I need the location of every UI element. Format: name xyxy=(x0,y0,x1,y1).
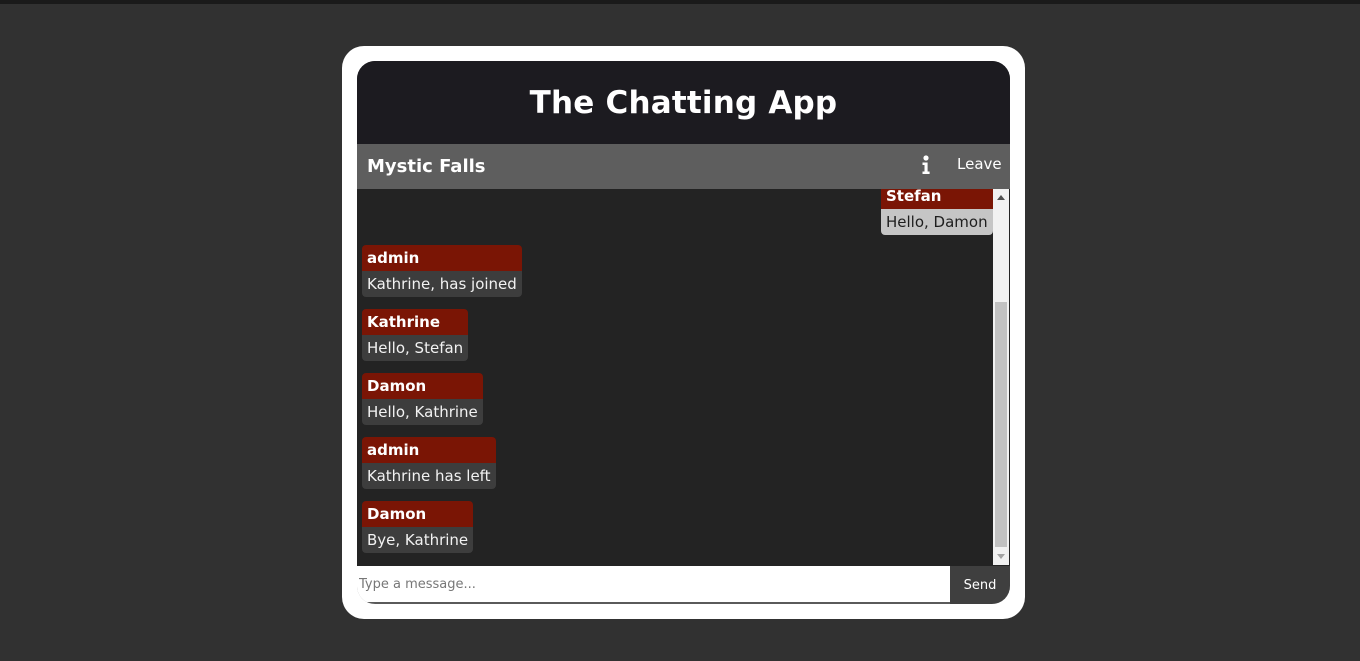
message-sender: Damon xyxy=(362,501,474,527)
message-text: Hello, Kathrine xyxy=(362,399,483,425)
scrollbar-thumb[interactable] xyxy=(995,302,1007,547)
message-list-scrollbar[interactable] xyxy=(993,189,1009,565)
info-icon[interactable] xyxy=(919,154,933,176)
message-sender: admin xyxy=(362,437,496,463)
message-item: Damon Hello, Kathrine xyxy=(362,373,483,425)
message-text: Bye, Kathrine xyxy=(362,527,474,553)
message-sender: admin xyxy=(362,245,522,271)
message-item: Stefan Hello, Damon xyxy=(881,189,993,235)
message-sender: Damon xyxy=(362,373,483,399)
message-sender: Kathrine xyxy=(362,309,469,335)
message-item: admin Kathrine has left xyxy=(362,437,496,489)
message-text: Kathrine has left xyxy=(362,463,496,489)
room-name: Mystic Falls xyxy=(367,156,486,177)
message-composer: Send xyxy=(357,566,1010,604)
message-text: Hello, Stefan xyxy=(362,335,469,361)
scroll-down-arrow-icon[interactable] xyxy=(997,554,1005,559)
app-header: The Chatting App xyxy=(357,61,1010,144)
message-item: Kathrine Hello, Stefan xyxy=(362,309,469,361)
message-input[interactable] xyxy=(357,566,952,604)
room-bar: Mystic Falls Leave xyxy=(357,144,1010,189)
message-text: Kathrine, has joined xyxy=(362,271,522,297)
message-list: Stefan Hello, Damon admin Kathrine, has … xyxy=(357,189,993,565)
message-item: Damon Bye, Kathrine xyxy=(362,501,474,553)
message-text: Hello, Damon xyxy=(881,209,993,235)
send-button[interactable]: Send xyxy=(950,566,1010,604)
scroll-up-arrow-icon[interactable] xyxy=(997,195,1005,200)
chat-app: The Chatting App Mystic Falls Leave Stef… xyxy=(357,61,1010,604)
message-sender: Stefan xyxy=(881,189,993,209)
message-item: admin Kathrine, has joined xyxy=(362,245,522,297)
app-title: The Chatting App xyxy=(529,84,838,121)
leave-button[interactable]: Leave xyxy=(957,155,1002,173)
window-top-strip xyxy=(0,0,1360,4)
app-frame: The Chatting App Mystic Falls Leave Stef… xyxy=(342,46,1025,619)
